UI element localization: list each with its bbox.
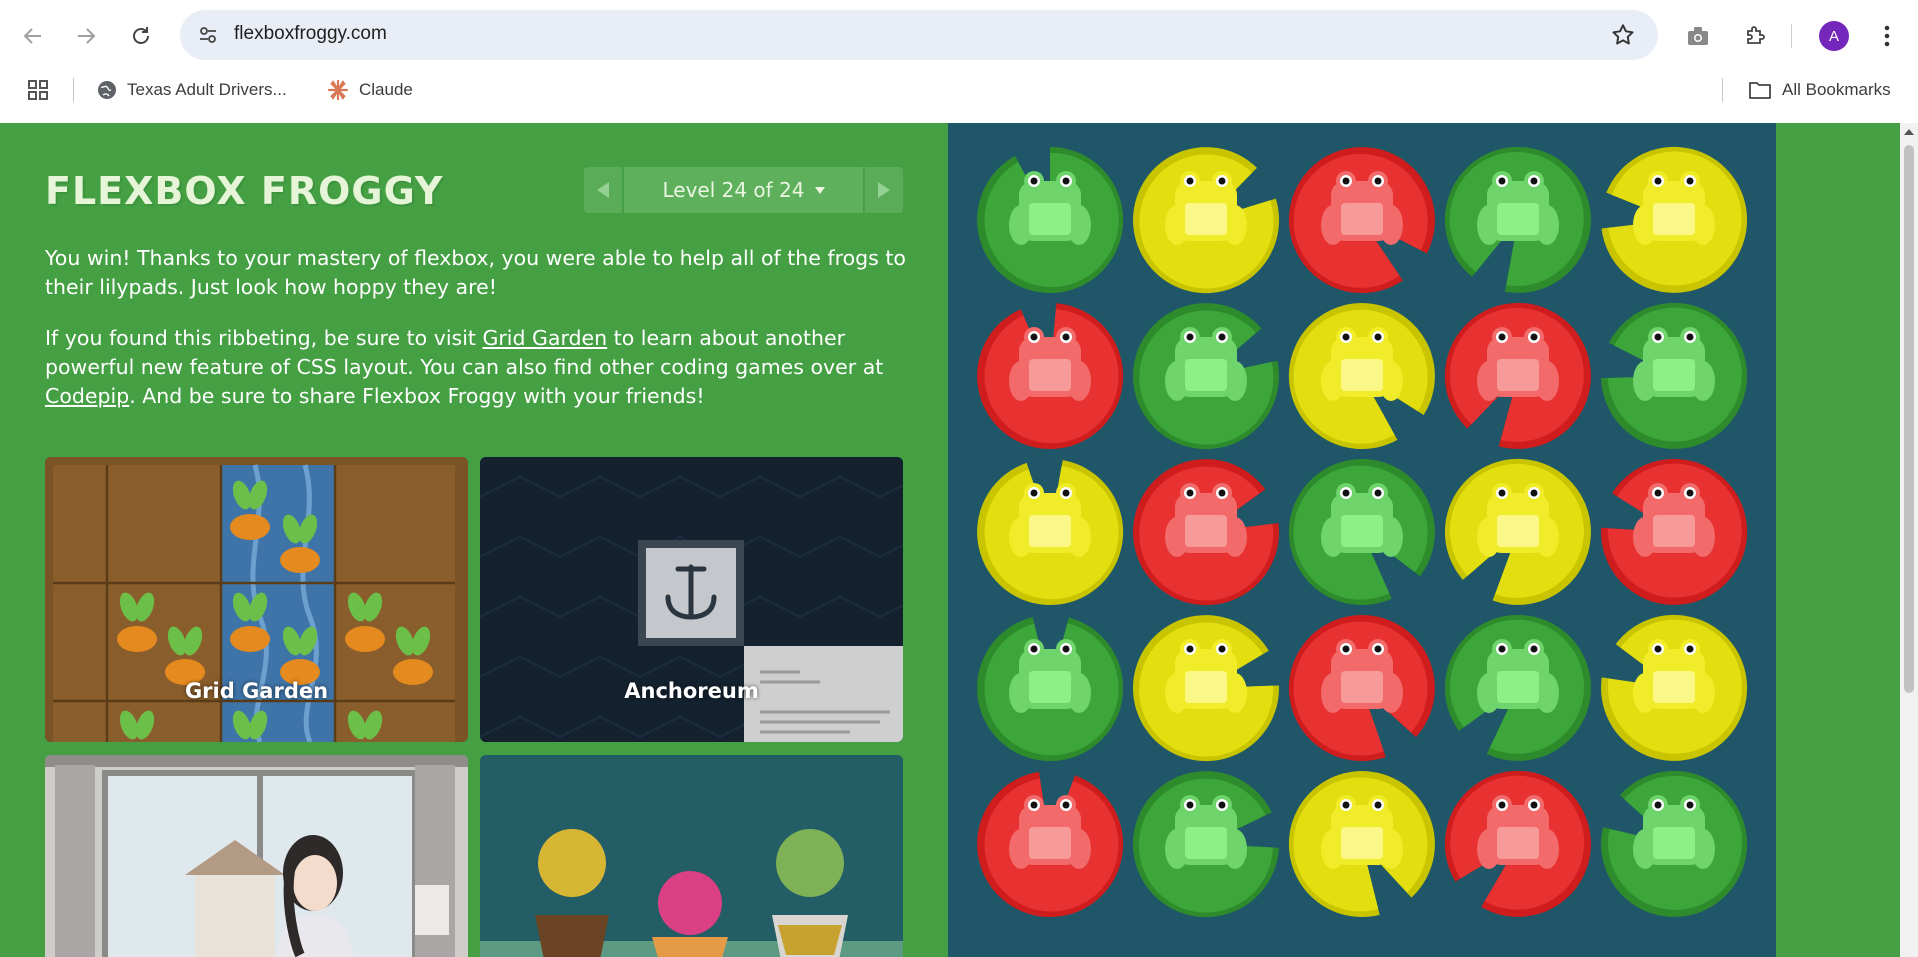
game-card-4-thumbnail — [480, 755, 903, 957]
site-info-icon[interactable] — [198, 25, 218, 45]
red-frog-on-lilypad — [1443, 301, 1593, 451]
caret-down-icon — [814, 186, 825, 194]
anchoreum-card[interactable]: Anchoreum — [480, 457, 903, 742]
red-frog-on-lilypad — [1599, 457, 1749, 607]
kebab-menu-icon — [1884, 25, 1890, 47]
level-navigation: Level 24 of 24 — [584, 167, 903, 213]
yellow-frog-on-lilypad — [1443, 457, 1593, 607]
next-level-button[interactable] — [865, 167, 903, 213]
yellow-frog-on-lilypad — [1131, 145, 1281, 295]
profile-avatar[interactable]: A — [1819, 21, 1849, 51]
toolbar-divider — [1791, 24, 1792, 48]
apps-button[interactable] — [27, 72, 49, 108]
all-bookmarks-label: All Bookmarks — [1782, 80, 1891, 99]
yellow-frog-on-lilypad — [1287, 301, 1437, 451]
green-frog-on-lilypad — [1131, 769, 1281, 919]
globe-icon — [98, 81, 116, 99]
back-button[interactable] — [16, 19, 50, 53]
red-frog-on-lilypad — [1131, 457, 1281, 607]
all-bookmarks-button[interactable]: All Bookmarks — [1748, 72, 1891, 108]
screenshot-button[interactable] — [1681, 19, 1715, 53]
level-label: Level 24 of 24 — [662, 178, 805, 202]
red-frog-on-lilypad — [1287, 613, 1437, 763]
green-frog-on-lilypad — [975, 145, 1125, 295]
share-message: If you found this ribbeting, be sure to … — [45, 324, 907, 411]
green-frog-on-lilypad — [1443, 145, 1593, 295]
red-frog-on-lilypad — [975, 769, 1125, 919]
green-frog-on-lilypad — [1131, 301, 1281, 451]
win-message: You win! Thanks to your mastery of flexb… — [45, 246, 906, 299]
instructions: You win! Thanks to your mastery of flexb… — [45, 244, 907, 433]
yellow-frog-on-lilypad — [975, 457, 1125, 607]
yellow-frog-on-lilypad — [1599, 145, 1749, 295]
codepip-link[interactable]: Codepip — [45, 384, 129, 408]
page-scrollbar[interactable] — [1900, 123, 1918, 957]
scrollbar-thumb[interactable] — [1904, 145, 1914, 693]
previous-level-button[interactable] — [584, 167, 622, 213]
scroll-up-arrow-icon[interactable] — [1904, 129, 1914, 135]
game-card-3[interactable] — [45, 755, 468, 957]
bookmark-star-icon[interactable] — [1610, 22, 1636, 48]
extensions-button[interactable] — [1738, 19, 1772, 53]
triangle-right-icon — [878, 182, 890, 198]
grid-garden-link[interactable]: Grid Garden — [482, 326, 607, 350]
address-bar[interactable]: flexboxfroggy.com — [180, 10, 1658, 60]
back-arrow-icon — [23, 28, 41, 44]
green-frog-on-lilypad — [1443, 613, 1593, 763]
green-frog-on-lilypad — [1599, 769, 1749, 919]
triangle-left-icon — [597, 182, 609, 198]
forward-arrow-icon — [78, 28, 96, 44]
url-text[interactable]: flexboxfroggy.com — [234, 23, 387, 45]
pond-board — [948, 123, 1776, 957]
yellow-frog-on-lilypad — [1287, 769, 1437, 919]
red-frog-on-lilypad — [1443, 769, 1593, 919]
browser-chrome: flexboxfroggy.com A Texas Adult Drivers.… — [0, 0, 1918, 123]
yellow-frog-on-lilypad — [1599, 613, 1749, 763]
grid-garden-card[interactable]: Grid Garden — [45, 457, 468, 742]
browser-menu-button[interactable] — [1870, 19, 1904, 53]
bookmark-label: Claude — [359, 80, 413, 99]
card-title: Grid Garden — [184, 679, 329, 703]
card-title: Anchoreum — [624, 679, 759, 703]
camera-icon — [1688, 27, 1708, 45]
reload-icon — [133, 27, 149, 44]
red-frog-on-lilypad — [1287, 145, 1437, 295]
red-frog-on-lilypad — [975, 301, 1125, 451]
bookmark-label: Texas Adult Drivers... — [127, 80, 287, 99]
game-card-4[interactable] — [480, 755, 903, 957]
claude-logo-icon — [327, 79, 349, 101]
bookmarks-divider — [1722, 78, 1723, 102]
game-page: FLEXBOX FROGGY Level 24 of 24 You win! T… — [0, 123, 1900, 957]
green-frog-on-lilypad — [975, 613, 1125, 763]
share-text-1: If you found this ribbeting, be sure to … — [45, 326, 483, 350]
forward-button[interactable] — [69, 19, 103, 53]
game-logo[interactable]: FLEXBOX FROGGY — [45, 169, 443, 213]
bookmarks-bar: Texas Adult Drivers... Claude All Bookma… — [0, 72, 1918, 110]
apps-grid-icon — [28, 80, 48, 100]
bookmark-claude[interactable]: Claude — [327, 72, 413, 108]
folder-icon — [1749, 82, 1771, 99]
game-card-3-thumbnail — [45, 755, 468, 957]
share-text-3: . And be sure to share Flexbox Froggy wi… — [129, 384, 705, 408]
reload-button[interactable] — [124, 19, 158, 53]
level-indicator[interactable]: Level 24 of 24 — [624, 167, 863, 213]
bookmark-texas-adult-drivers[interactable]: Texas Adult Drivers... — [97, 72, 287, 108]
yellow-frog-on-lilypad — [1131, 613, 1281, 763]
green-frog-on-lilypad — [1287, 457, 1437, 607]
bookmarks-divider — [73, 78, 74, 102]
green-frog-on-lilypad — [1599, 301, 1749, 451]
puzzle-icon — [1747, 26, 1765, 44]
